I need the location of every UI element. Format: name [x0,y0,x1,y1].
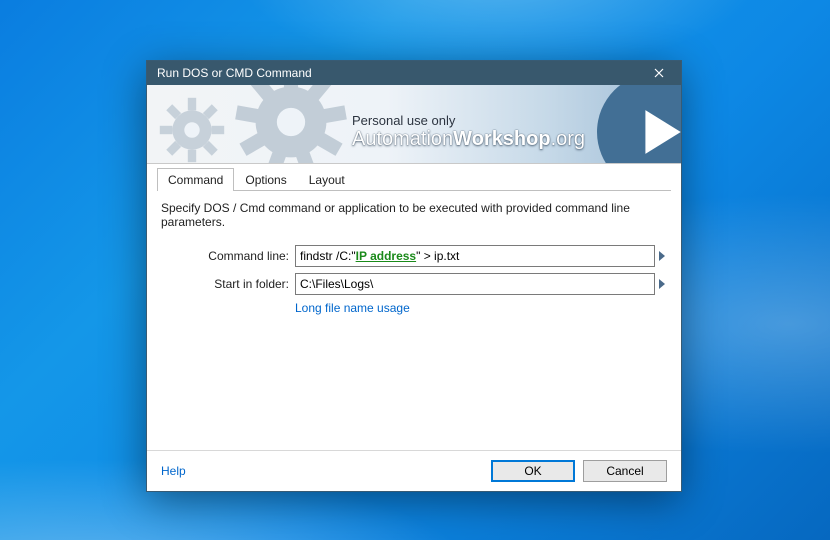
command-line-variable: IP address [356,249,416,263]
banner: Personal use only AutomationWorkshop.org [147,85,681,164]
tab-options[interactable]: Options [234,168,297,191]
banner-title: AutomationWorkshop.org [352,128,585,151]
gear-icon [232,85,350,164]
chevron-right-icon [659,279,665,289]
tab-row: Command Options Layout [147,164,681,191]
label-start-folder: Start in folder: [161,277,295,291]
desktop-background: Run DOS or CMD Command Personal use only [0,0,830,540]
start-folder-input[interactable] [295,273,655,295]
close-button[interactable] [637,61,681,85]
dialog-window: Run DOS or CMD Command Personal use only [146,60,682,492]
gear-icon [157,95,227,164]
cancel-button[interactable]: Cancel [583,460,667,482]
command-line-picker-button[interactable] [657,251,667,261]
tab-panel-command: Specify DOS / Cmd command or application… [147,191,681,329]
long-file-name-link[interactable]: Long file name usage [295,301,667,315]
close-icon [654,68,664,78]
banner-title-c: .org [551,128,585,150]
tab-command[interactable]: Command [157,168,234,191]
help-link[interactable]: Help [161,464,186,478]
tab-layout[interactable]: Layout [298,168,356,191]
row-start-folder: Start in folder: [161,273,667,295]
titlebar[interactable]: Run DOS or CMD Command [147,61,681,85]
banner-title-b: Workshop [453,128,550,150]
row-command-line: Command line: findstr /C:"IP address" > … [161,245,667,267]
play-icon [597,85,681,164]
command-line-suffix: " > ip.txt [416,249,459,263]
ok-button[interactable]: OK [491,460,575,482]
label-command-line: Command line: [161,249,295,263]
window-title: Run DOS or CMD Command [157,66,637,80]
banner-title-a: Automation [352,128,453,150]
description-text: Specify DOS / Cmd command or application… [161,201,667,229]
banner-subtitle: Personal use only [352,113,455,128]
chevron-right-icon [659,251,665,261]
command-line-input[interactable]: findstr /C:"IP address" > ip.txt [295,245,655,267]
button-bar: Help OK Cancel [147,450,681,491]
command-line-prefix: findstr /C:" [300,249,356,263]
start-folder-picker-button[interactable] [657,279,667,289]
